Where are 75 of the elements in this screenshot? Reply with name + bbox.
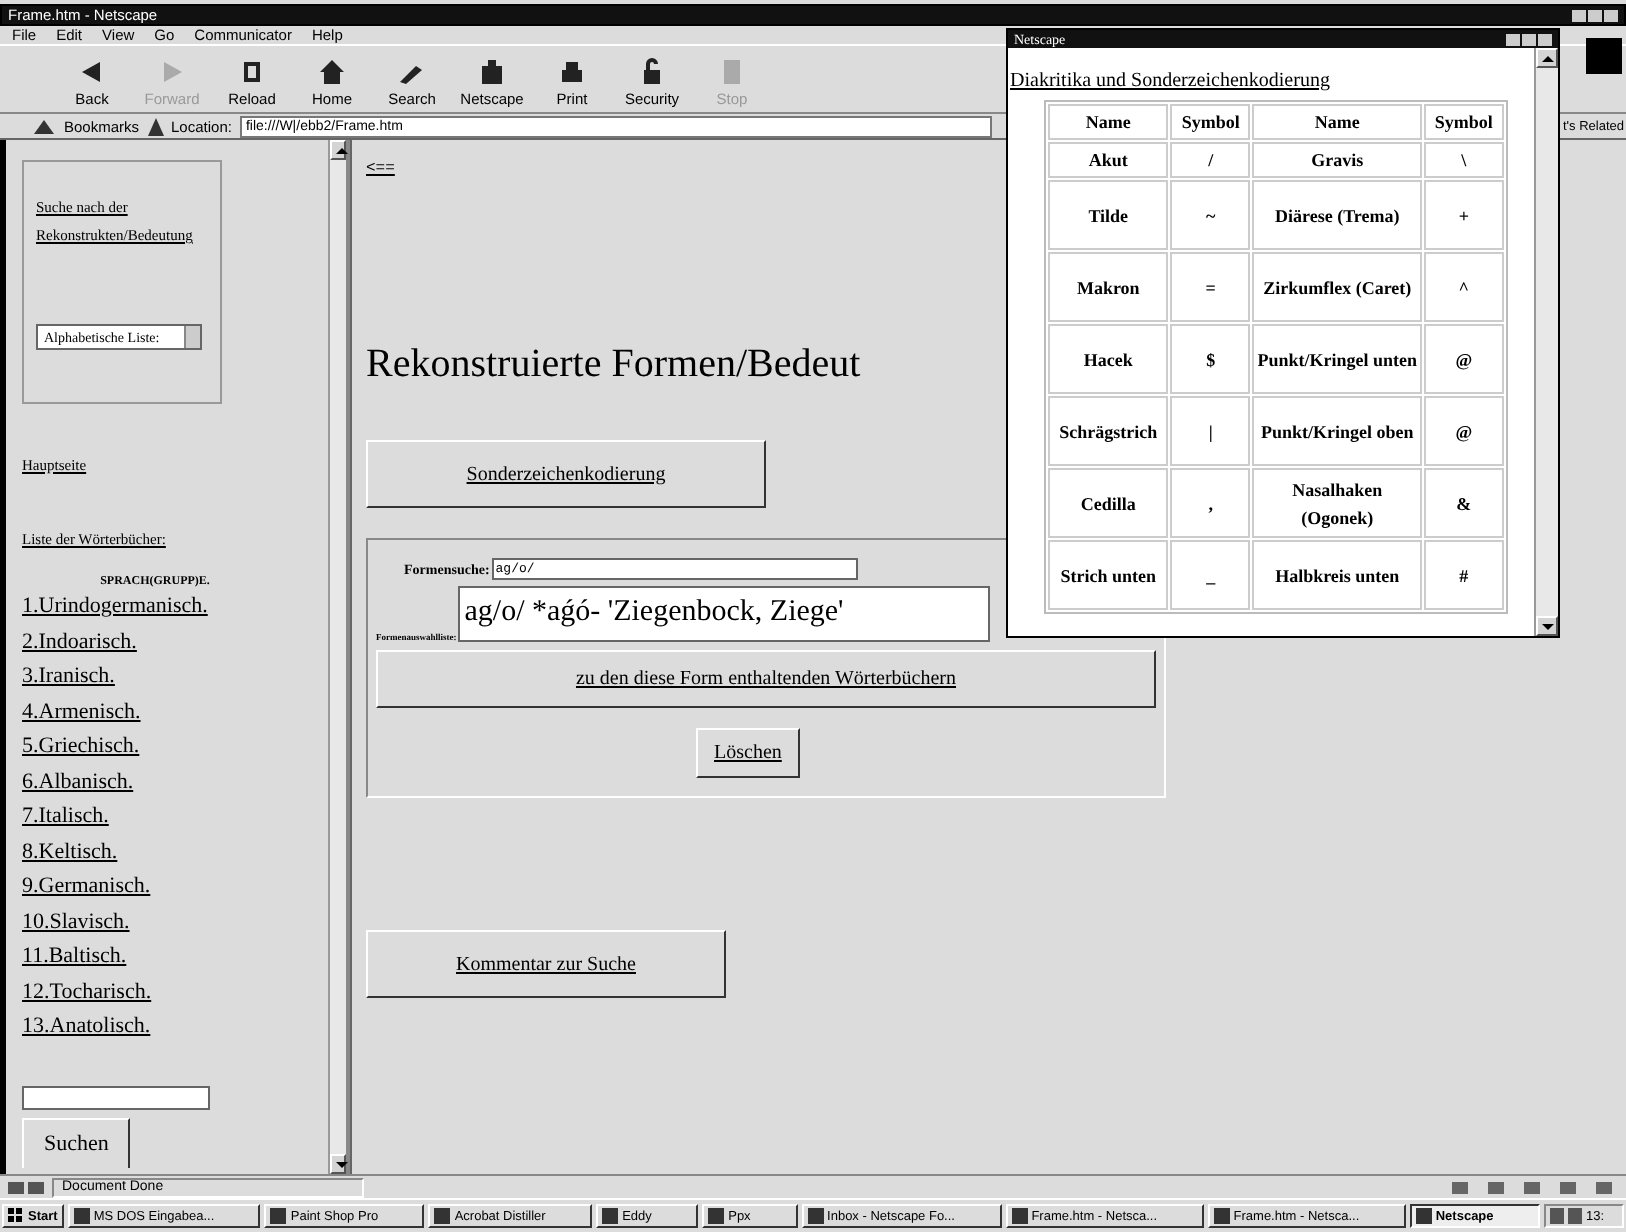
search-submit-button[interactable]: Suchen [22, 1117, 131, 1167]
table-cell: = [1170, 252, 1251, 322]
table-cell: # [1423, 540, 1504, 610]
app-icon [1011, 1208, 1028, 1224]
table-cell: & [1423, 468, 1504, 538]
table-cell: @ [1423, 324, 1504, 394]
table-cell: Cedilla [1048, 468, 1169, 538]
column-header: Symbol [1423, 104, 1504, 140]
language-link[interactable]: 2.Indoarisch. [22, 625, 137, 660]
scrollbar[interactable] [328, 140, 346, 1174]
table-cell: Hacek [1048, 324, 1169, 394]
app-icon [807, 1208, 824, 1224]
language-link[interactable]: 3.Iranisch. [22, 660, 115, 695]
table-cell: Schrägstrich [1048, 396, 1169, 466]
heading-link[interactable]: Diakritika und Sonderzeichenkodierung [1010, 70, 1330, 92]
form-list[interactable]: ag/o/ *aǵó- 'Ziegenbock, Ziege' [458, 586, 991, 642]
app-icon [708, 1208, 725, 1224]
column-header: Name [1252, 104, 1422, 140]
search-input[interactable] [22, 1085, 210, 1109]
table-cell: Punkt/Kringel oben [1252, 396, 1422, 466]
table-cell: ~ [1170, 180, 1251, 250]
table-cell: Punkt/Kringel unten [1252, 324, 1422, 394]
tray-icon [1549, 1208, 1582, 1224]
scrollbar[interactable] [1534, 48, 1558, 636]
column-header: Name [1048, 104, 1169, 140]
table-cell: Halbkreis unten [1252, 540, 1422, 610]
window-controls[interactable] [1506, 33, 1552, 45]
table-cell: Strich unten [1048, 540, 1169, 610]
window-controls[interactable] [1572, 9, 1618, 21]
table-cell: ^ [1423, 252, 1504, 322]
table-cell: / [1170, 142, 1251, 178]
toolbar-icon [556, 58, 588, 86]
special-chars-button[interactable]: Sonderzeichenkodierung [366, 440, 766, 508]
app-icon [1213, 1208, 1230, 1224]
table-cell: @ [1423, 396, 1504, 466]
toolbar-icon [316, 58, 348, 86]
clear-button[interactable]: Löschen [696, 728, 800, 778]
app-icon [270, 1208, 287, 1224]
connection-icon [6, 1179, 46, 1195]
comment-button[interactable]: Kommentar zur Suche [366, 930, 726, 998]
dictionaries-button[interactable]: zu den diese Form enthaltenden Wörterbüchern [376, 650, 1156, 708]
language-link[interactable]: 1.Urindogermanisch. [22, 590, 208, 625]
language-link[interactable]: 9.Germanisch. [22, 870, 151, 905]
table-cell: Zirkumflex (Caret) [1252, 252, 1422, 322]
windows-logo-icon [8, 1208, 24, 1224]
language-link[interactable]: 11.Baltisch. [22, 940, 127, 975]
language-link[interactable]: 4.Armenisch. [22, 695, 141, 730]
app-icon [434, 1208, 451, 1224]
app-icon [73, 1208, 90, 1224]
table-cell: Diärese (Trema) [1252, 180, 1422, 250]
app-icon [1415, 1208, 1432, 1224]
page-heading: Rekonstruierte Formen/Bedeut [366, 342, 863, 388]
table-cell: | [1170, 396, 1251, 466]
language-link[interactable]: 13.Anatolisch. [22, 1010, 151, 1045]
table-cell: _ [1170, 540, 1251, 610]
table-cell: , [1170, 468, 1251, 538]
table-cell: + [1423, 180, 1504, 250]
language-link[interactable]: 5.Griechisch. [22, 730, 140, 765]
back-link[interactable]: <== [366, 160, 395, 178]
table-cell: $ [1170, 324, 1251, 394]
table-cell: Gravis [1252, 142, 1422, 178]
language-link[interactable]: 12.Tocharisch. [22, 975, 152, 1010]
language-link[interactable]: 7.Italisch. [22, 800, 109, 835]
language-link[interactable]: 8.Keltisch. [22, 835, 118, 870]
column-header: Symbol [1170, 104, 1251, 140]
table-cell: Nasalhaken (Ogonek) [1252, 468, 1422, 538]
table-cell: Akut [1048, 142, 1169, 178]
table-cell: Tilde [1048, 180, 1169, 250]
app-icon [602, 1208, 619, 1224]
toolbar-icon [476, 58, 508, 86]
location-icon [147, 117, 164, 135]
language-link[interactable]: 6.Albanisch. [22, 765, 134, 800]
table-cell: Makron [1048, 252, 1169, 322]
language-link[interactable]: 10.Slavisch. [22, 905, 130, 940]
table-cell: \ [1423, 142, 1504, 178]
